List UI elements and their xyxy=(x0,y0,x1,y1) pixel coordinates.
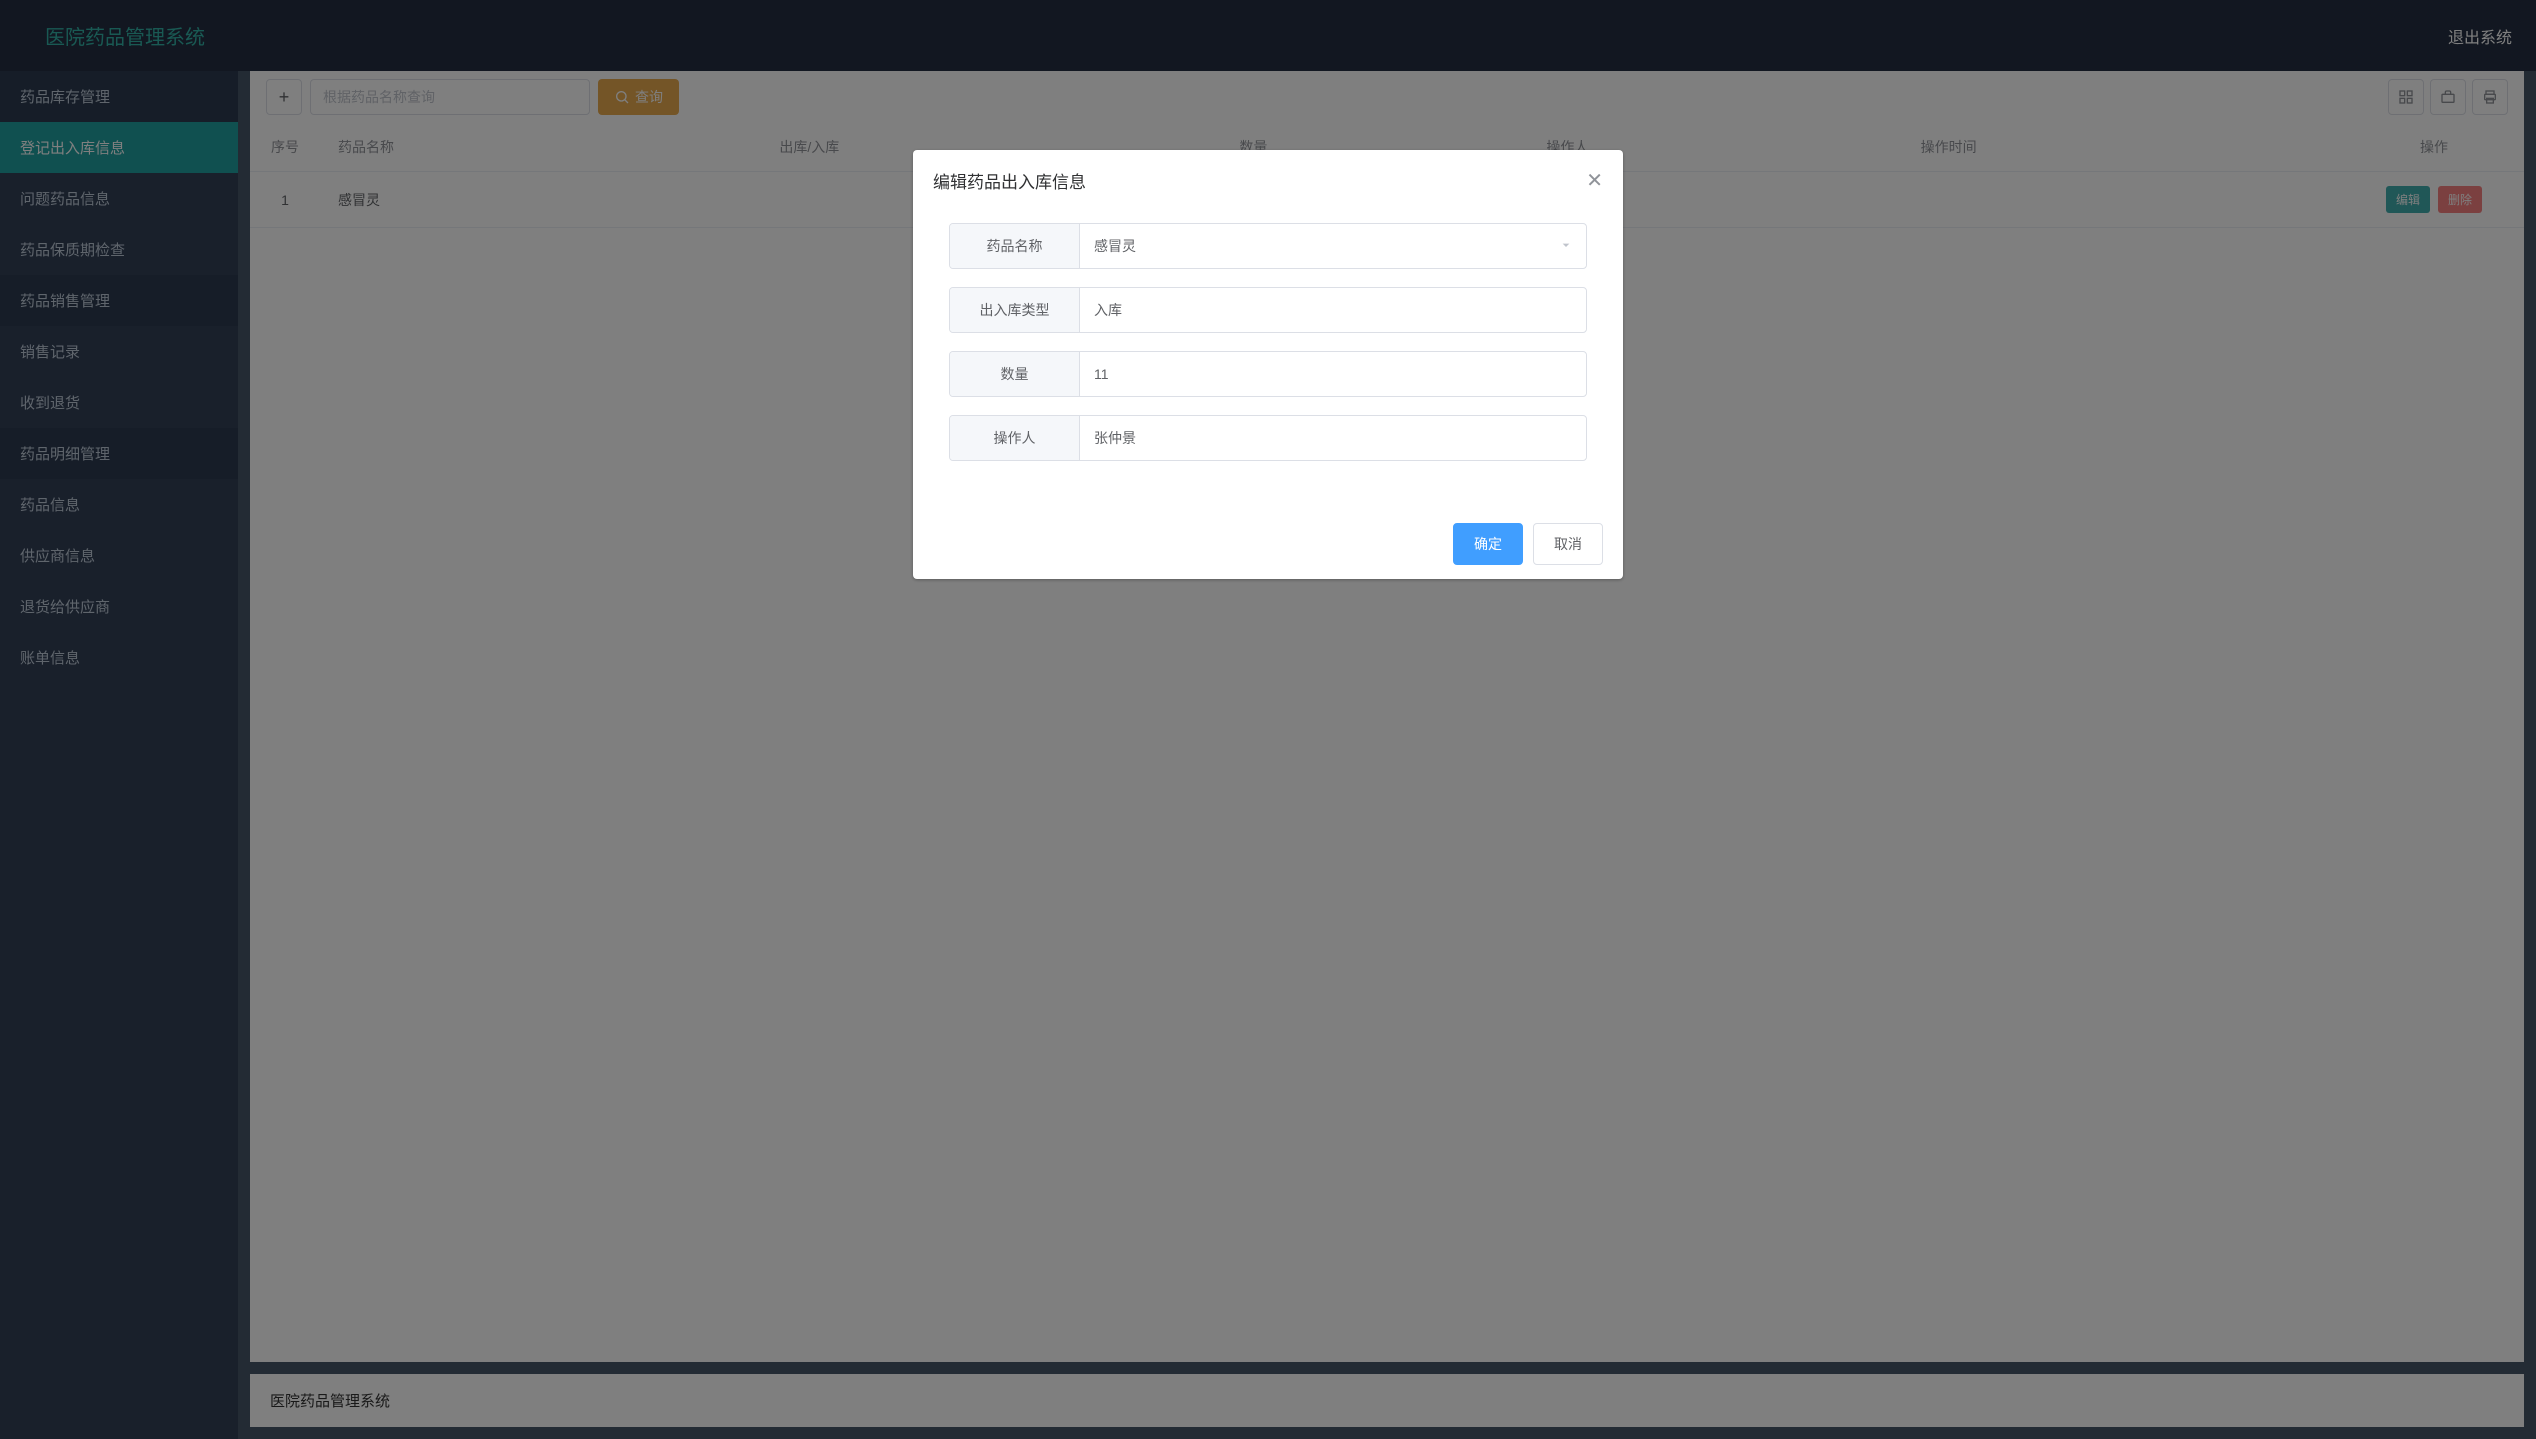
form-row-quantity: 数量 xyxy=(949,351,1587,397)
edit-modal: 编辑药品出入库信息 ✕ 药品名称 出入库类型 数量 xyxy=(913,150,1623,579)
form-row-io-type: 出入库类型 xyxy=(949,287,1587,333)
modal-close-button[interactable]: ✕ xyxy=(1586,171,1603,191)
label-drug-name: 药品名称 xyxy=(950,224,1080,268)
select-drug-name[interactable] xyxy=(1080,226,1586,266)
confirm-button[interactable]: 确定 xyxy=(1453,523,1523,565)
input-operator[interactable] xyxy=(1080,418,1586,458)
cancel-button[interactable]: 取消 xyxy=(1533,523,1603,565)
form-row-drug-name: 药品名称 xyxy=(949,223,1587,269)
close-icon: ✕ xyxy=(1586,170,1603,192)
label-quantity: 数量 xyxy=(950,352,1080,396)
modal-body: 药品名称 出入库类型 数量 操作人 xyxy=(913,203,1623,509)
label-io-type: 出入库类型 xyxy=(950,288,1080,332)
modal-footer: 确定 取消 xyxy=(913,509,1623,579)
input-io-type[interactable] xyxy=(1080,290,1586,330)
input-quantity[interactable] xyxy=(1080,354,1586,394)
modal-title: 编辑药品出入库信息 xyxy=(933,168,1086,193)
modal-header: 编辑药品出入库信息 ✕ xyxy=(913,150,1623,203)
form-row-operator: 操作人 xyxy=(949,415,1587,461)
label-operator: 操作人 xyxy=(950,416,1080,460)
